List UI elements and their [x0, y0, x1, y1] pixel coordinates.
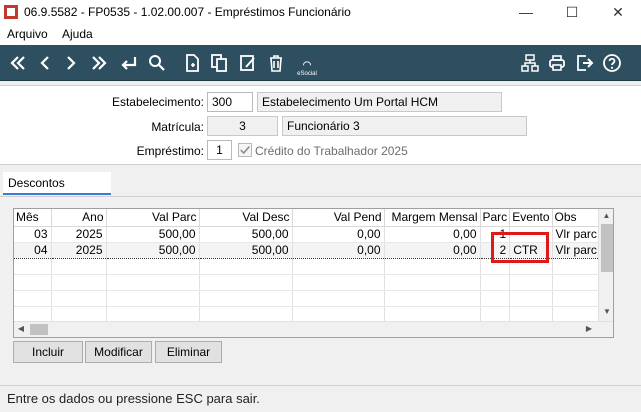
cell-margem[interactable]: 0,00: [384, 241, 481, 259]
matricula-description: Funcionário 3: [282, 116, 527, 136]
col-header-val-pend[interactable]: Val Pend: [292, 209, 385, 227]
scroll-left-icon[interactable]: ◀: [14, 322, 28, 336]
cell-val-pend[interactable]: 0,00: [292, 226, 385, 243]
matricula-label: Matrícula:: [151, 120, 204, 134]
new-icon[interactable]: [180, 51, 204, 75]
minimize-button[interactable]: —: [503, 0, 549, 24]
cell-val-desc[interactable]: 500,00: [199, 226, 293, 243]
tab-descontos[interactable]: Descontos: [3, 172, 111, 195]
maximize-button[interactable]: ☐: [549, 0, 595, 24]
col-header-parc[interactable]: Parc: [480, 209, 511, 227]
esocial-icon[interactable]: eSocial: [294, 51, 320, 77]
emprestimo-checkbox-label: Crédito do Trabalhador 2025: [255, 144, 408, 158]
hscroll-thumb[interactable]: [30, 324, 48, 335]
estabelecimento-code-field[interactable]: 300: [207, 92, 253, 112]
horizontal-scrollbar[interactable]: ◀ ▶: [14, 321, 613, 337]
vertical-scrollbar[interactable]: ▲ ▼: [598, 209, 613, 321]
tab-divider: [0, 196, 641, 197]
incluir-button[interactable]: Incluir: [13, 341, 83, 363]
print-icon[interactable]: [545, 51, 569, 75]
grid-table: Mês Ano Val Parc Val Desc Val Pend Marge…: [14, 209, 613, 323]
status-text: Entre os dados ou pressione ESC para sai…: [7, 391, 260, 406]
col-header-evento[interactable]: Evento: [509, 209, 553, 227]
col-header-val-desc[interactable]: Val Desc: [199, 209, 293, 227]
cell-val-pend[interactable]: 0,00: [292, 241, 385, 259]
eliminar-button[interactable]: Eliminar: [155, 341, 222, 363]
grid-header-row: Mês Ano Val Parc Val Desc Val Pend Marge…: [14, 209, 613, 227]
check-icon: [240, 146, 250, 155]
structure-icon[interactable]: [518, 51, 542, 75]
cell-ano[interactable]: 2025: [51, 226, 107, 243]
scroll-up-icon[interactable]: ▲: [599, 209, 613, 223]
exit-icon[interactable]: [573, 51, 597, 75]
delete-icon[interactable]: [264, 51, 288, 75]
col-header-ano[interactable]: Ano: [51, 209, 107, 227]
empty-row[interactable]: [14, 290, 613, 307]
next-icon[interactable]: [59, 51, 83, 75]
cell-margem[interactable]: 0,00: [384, 226, 481, 243]
highlight-box: [491, 232, 549, 263]
cell-val-parc[interactable]: 500,00: [106, 241, 200, 259]
scroll-down-icon[interactable]: ▼: [599, 305, 613, 319]
previous-icon[interactable]: [33, 51, 57, 75]
edit-icon[interactable]: [236, 51, 260, 75]
menu-bar: Arquivo Ajuda: [0, 24, 641, 45]
emprestimo-checkbox[interactable]: [238, 143, 252, 157]
estabelecimento-label: Estabelecimento:: [111, 95, 204, 109]
matricula-code-field[interactable]: 3: [207, 116, 278, 136]
emprestimo-code-field[interactable]: 1: [207, 140, 232, 160]
window-title: 06.9.5582 - FP0535 - 1.02.00.007 - Empré…: [24, 5, 351, 19]
last-icon[interactable]: [87, 51, 111, 75]
cell-ano[interactable]: 2025: [51, 241, 107, 259]
esocial-label: eSocial: [297, 71, 317, 77]
scroll-right-icon[interactable]: ▶: [582, 322, 596, 336]
empty-row[interactable]: [14, 306, 613, 323]
col-header-val-parc[interactable]: Val Parc: [106, 209, 200, 227]
estabelecimento-description: Estabelecimento Um Portal HCM: [257, 92, 502, 112]
first-icon[interactable]: [6, 51, 30, 75]
toolbar: eSocial: [0, 45, 641, 81]
menu-ajuda[interactable]: Ajuda: [62, 27, 93, 41]
return-icon[interactable]: [116, 51, 140, 75]
cell-val-parc[interactable]: 500,00: [106, 226, 200, 243]
status-bar: Entre os dados ou pressione ESC para sai…: [0, 385, 641, 412]
title-bar: 06.9.5582 - FP0535 - 1.02.00.007 - Empré…: [0, 0, 641, 24]
app-icon: [3, 4, 19, 20]
close-button[interactable]: ✕: [595, 0, 641, 24]
cell-mes[interactable]: 04: [14, 241, 52, 259]
scroll-thumb[interactable]: [601, 224, 613, 272]
col-header-mes[interactable]: Mês: [14, 209, 52, 227]
copy-icon[interactable]: [207, 51, 231, 75]
modificar-button[interactable]: Modificar: [85, 341, 152, 363]
cell-mes[interactable]: 03: [14, 226, 52, 243]
help-icon[interactable]: [600, 51, 624, 75]
descontos-grid[interactable]: Mês Ano Val Parc Val Desc Val Pend Marge…: [13, 208, 614, 338]
emprestimo-label: Empréstimo:: [136, 144, 204, 158]
search-icon[interactable]: [145, 51, 169, 75]
col-header-margem[interactable]: Margem Mensal: [384, 209, 481, 227]
cell-val-desc[interactable]: 500,00: [199, 241, 293, 259]
tab-strip: Descontos: [0, 172, 641, 196]
menu-arquivo[interactable]: Arquivo: [7, 27, 48, 41]
empty-row[interactable]: [14, 274, 613, 291]
